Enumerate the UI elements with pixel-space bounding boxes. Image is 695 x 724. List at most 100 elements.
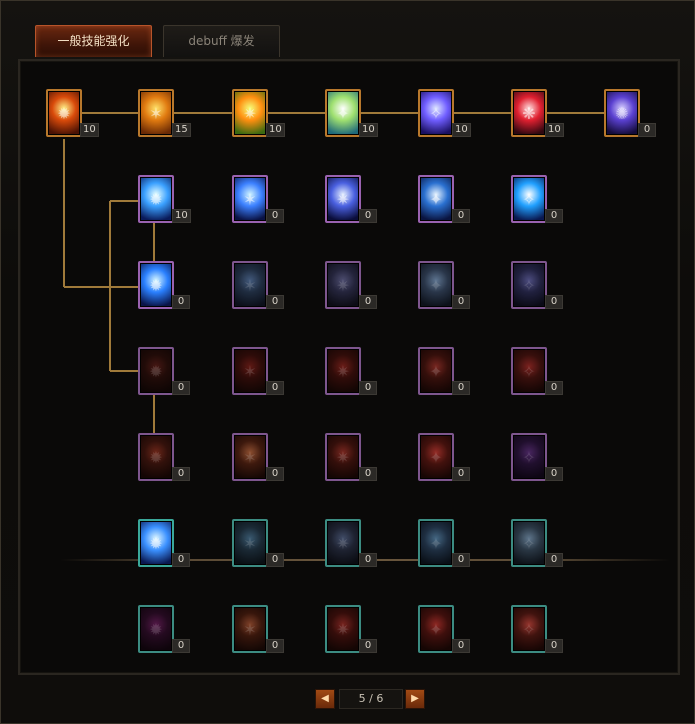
skill-node[interactable]: ✶ 0 bbox=[232, 261, 284, 309]
ice-power-icon[interactable]: ✧ bbox=[511, 175, 547, 223]
skill-node[interactable]: ✶ 0 bbox=[232, 433, 284, 481]
skill-node[interactable]: ✷ 0 bbox=[325, 605, 377, 653]
icon-glyph: ✹ bbox=[57, 103, 71, 123]
skill-node[interactable]: ✶ 0 bbox=[232, 605, 284, 653]
icon-glyph: ✧ bbox=[522, 189, 536, 209]
frost-beam-icon[interactable]: ✹ bbox=[138, 261, 174, 309]
icon-glyph: ✹ bbox=[149, 361, 163, 381]
skill-node[interactable]: ✹ 10 bbox=[138, 175, 191, 223]
flame-burst-icon[interactable]: ✹ bbox=[46, 89, 82, 137]
frost-spirits-teal-icon[interactable]: ✷ bbox=[325, 519, 361, 567]
ember-sigil-icon[interactable]: ✹ bbox=[138, 347, 174, 395]
frost-rune-teal-icon[interactable]: ✧ bbox=[511, 519, 547, 567]
skill-node[interactable]: ✹ 10 bbox=[46, 89, 99, 137]
skill-node[interactable]: ✶ 0 bbox=[232, 519, 284, 567]
skill-node[interactable]: ✶ 0 bbox=[232, 175, 284, 223]
shadow-wisp-icon[interactable]: ✹ bbox=[138, 605, 174, 653]
next-page-button[interactable]: ▶ bbox=[405, 689, 425, 709]
ice-crystal-icon[interactable]: ✶ bbox=[232, 175, 268, 223]
icon-glyph: ✹ bbox=[149, 447, 163, 467]
skill-node[interactable]: ✷ 0 bbox=[325, 347, 377, 395]
skill-node[interactable]: ✹ 0 bbox=[138, 347, 190, 395]
skill-node[interactable]: ✷ 0 bbox=[325, 175, 377, 223]
skill-node[interactable]: ✦ 0 bbox=[418, 175, 470, 223]
skill-node[interactable]: ✷ 10 bbox=[232, 89, 285, 137]
lava-arch-teal-icon[interactable]: ✶ bbox=[232, 605, 268, 653]
skill-node[interactable]: ✦ 0 bbox=[418, 261, 470, 309]
skill-node[interactable]: ✧ 0 bbox=[511, 605, 563, 653]
lava-spirits-icon[interactable]: ✷ bbox=[325, 433, 361, 481]
skill-node[interactable]: ✹ 0 bbox=[138, 605, 190, 653]
violet-staff-icon[interactable]: ✺ bbox=[604, 89, 640, 137]
icon-glyph: ✷ bbox=[336, 619, 350, 639]
frost-warrior-icon[interactable]: ✶ bbox=[232, 261, 268, 309]
lava-arch-icon[interactable]: ✶ bbox=[232, 433, 268, 481]
icon-glyph: ✦ bbox=[429, 189, 443, 209]
flame-slash-icon[interactable]: ✶ bbox=[138, 89, 174, 137]
ice-slash-teal-icon[interactable]: ✹ bbox=[138, 519, 174, 567]
red-blade-icon[interactable]: ❋ bbox=[511, 89, 547, 137]
skill-node[interactable]: ✶ 0 bbox=[232, 347, 284, 395]
skill-node[interactable]: ✦ 0 bbox=[418, 519, 470, 567]
icon-glyph: ✧ bbox=[429, 103, 443, 123]
skill-node[interactable]: ✦ 0 bbox=[418, 347, 470, 395]
skill-node[interactable]: ✧ 10 bbox=[418, 89, 471, 137]
frost-totem-teal-icon[interactable]: ✦ bbox=[418, 519, 454, 567]
tab-general-enhance[interactable]: 一般技能强化 bbox=[35, 25, 152, 57]
skill-node[interactable]: ✧ 0 bbox=[511, 347, 563, 395]
shadow-rune-icon[interactable]: ✧ bbox=[511, 433, 547, 481]
skill-node[interactable]: ✺ 0 bbox=[604, 89, 656, 137]
skill-level-count: 0 bbox=[266, 381, 284, 395]
skill-node[interactable]: ✹ 0 bbox=[138, 433, 190, 481]
arcane-orb-icon[interactable]: ✧ bbox=[418, 89, 454, 137]
skill-node[interactable]: ✹ 0 bbox=[138, 519, 190, 567]
skill-node[interactable]: ✷ 0 bbox=[325, 519, 377, 567]
skill-node[interactable]: ✧ 0 bbox=[511, 175, 563, 223]
ember-warrior-icon[interactable]: ✶ bbox=[232, 347, 268, 395]
skill-level-count: 0 bbox=[172, 639, 190, 653]
green-sparkle-icon[interactable]: ✷ bbox=[232, 89, 268, 137]
frost-totem-icon[interactable]: ✦ bbox=[418, 261, 454, 309]
frost-spirits-icon[interactable]: ✷ bbox=[325, 261, 361, 309]
icon-glyph: ❋ bbox=[522, 103, 536, 123]
skill-level-count: 0 bbox=[172, 381, 190, 395]
skill-node[interactable]: ✧ 0 bbox=[511, 433, 563, 481]
skill-level-count: 0 bbox=[172, 553, 190, 567]
ember-power-icon[interactable]: ✧ bbox=[511, 347, 547, 395]
skill-tree-panel: ✹ 10 ✶ 15 ✷ 10 ✦ 10 ✧ 10 ❋ 10 ✺ 0 ✹ 10 ✶ 0 ✷ 0 ✦ 0 ✧ 0 ✹ 0 ✶ 0 ✷ 0 ✦ 0 ✧… bbox=[18, 59, 680, 675]
skill-node[interactable]: ✶ 15 bbox=[138, 89, 191, 137]
skill-level-count: 0 bbox=[359, 295, 377, 309]
ice-totem-icon[interactable]: ✦ bbox=[418, 175, 454, 223]
icon-glyph: ✹ bbox=[149, 189, 163, 209]
skill-node[interactable]: ✦ 0 bbox=[418, 605, 470, 653]
ice-spirits-icon[interactable]: ✷ bbox=[325, 175, 361, 223]
skill-node[interactable]: ✧ 0 bbox=[511, 261, 563, 309]
lava-pillar-icon[interactable]: ✹ bbox=[138, 433, 174, 481]
lava-cross-teal-icon[interactable]: ✦ bbox=[418, 605, 454, 653]
skill-node[interactable]: ✧ 0 bbox=[511, 519, 563, 567]
skill-node[interactable]: ✷ 0 bbox=[325, 433, 377, 481]
tab-debuff-burst[interactable]: debuff 爆发 bbox=[163, 25, 280, 57]
frost-warrior-teal-icon[interactable]: ✶ bbox=[232, 519, 268, 567]
page-indicator: 5 / 6 bbox=[339, 689, 403, 709]
skill-node[interactable]: ✷ 0 bbox=[325, 261, 377, 309]
prev-page-button[interactable]: ◀ bbox=[315, 689, 335, 709]
skill-level-count: 0 bbox=[172, 295, 190, 309]
lava-cross-icon[interactable]: ✦ bbox=[418, 433, 454, 481]
skill-node[interactable]: ✹ 0 bbox=[138, 261, 190, 309]
icon-glyph: ✷ bbox=[336, 275, 350, 295]
lava-cross-2-teal-icon[interactable]: ✧ bbox=[511, 605, 547, 653]
frost-rune-icon[interactable]: ✧ bbox=[511, 261, 547, 309]
skill-level-count: 0 bbox=[266, 295, 284, 309]
skill-node[interactable]: ✦ 10 bbox=[325, 89, 378, 137]
ice-slash-icon[interactable]: ✹ bbox=[138, 175, 174, 223]
skill-window: 一般技能强化 debuff 爆发 ✹ 10 ✶ 15 ✷ 10 ✦ 10 ✧ 10 ❋ 10 ✺ 0 ✹ 10… bbox=[0, 0, 695, 724]
skill-node[interactable]: ❋ 10 bbox=[511, 89, 564, 137]
skill-level-count: 0 bbox=[359, 209, 377, 223]
skill-level-count: 0 bbox=[266, 639, 284, 653]
lava-spirits-teal-icon[interactable]: ✷ bbox=[325, 605, 361, 653]
light-pillar-icon[interactable]: ✦ bbox=[325, 89, 361, 137]
ember-totem-icon[interactable]: ✦ bbox=[418, 347, 454, 395]
skill-node[interactable]: ✦ 0 bbox=[418, 433, 470, 481]
ember-spirits-icon[interactable]: ✷ bbox=[325, 347, 361, 395]
